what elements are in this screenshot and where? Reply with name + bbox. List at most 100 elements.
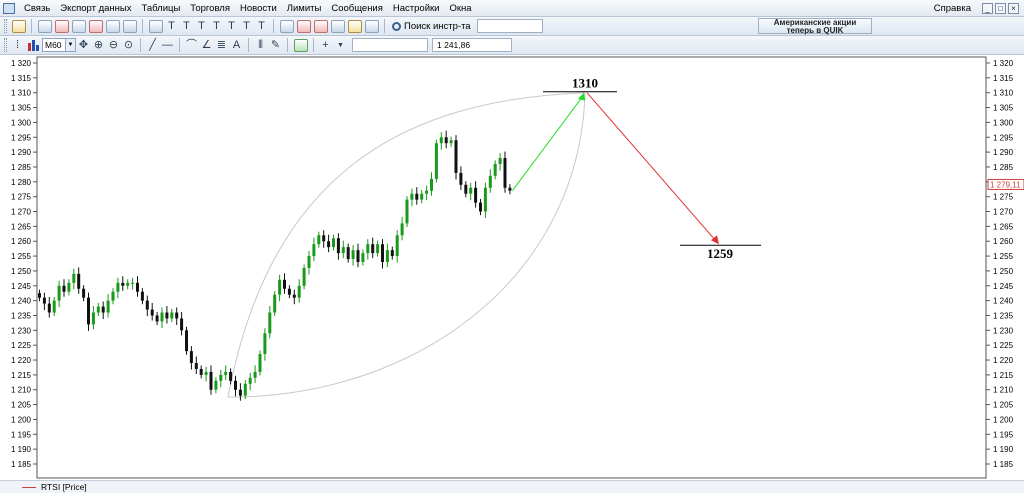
- main-toolbar: T T T T T T T Поиск инстр-та Американски…: [0, 17, 1024, 36]
- chart-legend[interactable]: RTSI [Price]: [0, 480, 1024, 493]
- y-tick-label-right: 1 230: [993, 326, 1014, 335]
- restore-icon[interactable]: □: [995, 3, 1006, 14]
- message-icon[interactable]: [364, 19, 379, 33]
- menu-item-export[interactable]: Экспорт данных: [55, 0, 136, 17]
- y-tick-label-right: 1 240: [993, 297, 1014, 306]
- trades-table-icon[interactable]: [88, 19, 103, 33]
- minimize-icon[interactable]: _: [982, 3, 993, 14]
- candle-body: [459, 172, 463, 185]
- menu-item-news[interactable]: Новости: [235, 0, 282, 17]
- candle-body: [351, 250, 355, 260]
- instrument-search-input[interactable]: [476, 19, 543, 33]
- candle-body: [52, 300, 56, 313]
- candle-body: [175, 312, 179, 319]
- edit-order-icon[interactable]: [279, 19, 294, 33]
- font-t-icon[interactable]: T: [224, 20, 239, 33]
- y-tick-label-right: 1 305: [993, 104, 1014, 113]
- menu-item-settings[interactable]: Настройки: [388, 0, 445, 17]
- chevron-down-icon[interactable]: ▼: [333, 39, 348, 52]
- candle-body: [287, 288, 291, 295]
- font-t-icon[interactable]: T: [194, 20, 209, 33]
- candle-body: [327, 241, 331, 248]
- menu-item-connection[interactable]: Связь: [19, 0, 55, 17]
- candle-body: [302, 267, 306, 286]
- candle-body: [454, 140, 458, 173]
- font-t-icon[interactable]: T: [164, 20, 179, 33]
- y-tick-label-left: 1 320: [11, 59, 32, 68]
- candle-body: [253, 371, 257, 378]
- plot-area[interactable]: [36, 56, 987, 479]
- zoom-fit-icon[interactable]: ⊙: [121, 39, 136, 52]
- chart-toolbar: ⁞ M60 ▼ ✥ ⊕ ⊖ ⊙ ╱ — ⌒ ∠ ≣ A ⫴ ✎ + ▼ 1 24…: [0, 36, 1024, 55]
- toolbar-separator: [384, 19, 385, 33]
- crosshair-icon[interactable]: +: [318, 39, 333, 52]
- menu-item-windows[interactable]: Окна: [444, 0, 476, 17]
- menu-item-trading[interactable]: Торговля: [185, 0, 235, 17]
- candle-body: [91, 312, 95, 325]
- menu-item-help[interactable]: Справка: [929, 0, 976, 17]
- zoom-in-icon[interactable]: ⊕: [91, 39, 106, 52]
- cursor-price-field: 1 241,86: [432, 38, 512, 52]
- info-icon[interactable]: [148, 19, 163, 33]
- candle-body: [292, 294, 296, 298]
- mail-icon[interactable]: [347, 19, 362, 33]
- menu-item-tables[interactable]: Таблицы: [137, 0, 186, 17]
- candle-body: [77, 273, 81, 289]
- chart-window-icon[interactable]: [122, 19, 137, 33]
- chart-canvas[interactable]: 1 320 1 315 1 310 1 305 1 300 1 295 1 290 1 285…: [0, 55, 1024, 480]
- candle-body: [400, 223, 404, 236]
- depth-table-icon[interactable]: [105, 19, 120, 33]
- menu-item-messages[interactable]: Сообщения: [326, 0, 388, 17]
- y-tick-label-left: 1 260: [11, 237, 32, 246]
- candle-body: [150, 309, 154, 316]
- timeframe-select[interactable]: M60 ▼: [42, 38, 76, 52]
- instrument-search-button[interactable]: Поиск инстр-та: [389, 21, 474, 32]
- new-table-icon[interactable]: [37, 19, 52, 33]
- connect-icon[interactable]: [11, 19, 26, 33]
- candle-body: [258, 354, 262, 372]
- fibo-tool-icon[interactable]: ≣: [214, 39, 229, 52]
- font-t-icon[interactable]: T: [239, 20, 254, 33]
- candle-body: [444, 137, 448, 144]
- chart-type-icon[interactable]: [27, 39, 40, 51]
- candle-body: [474, 187, 478, 203]
- stop-order-icon[interactable]: [313, 19, 328, 33]
- candle-body: [180, 318, 184, 331]
- candle-body: [185, 330, 188, 352]
- candle-body: [508, 187, 512, 191]
- y-tick-label-right: 1 270: [993, 208, 1014, 217]
- font-t-icon[interactable]: T: [254, 20, 269, 33]
- move-icon[interactable]: ✥: [76, 39, 91, 52]
- text-tool-icon[interactable]: A: [229, 39, 244, 52]
- candle-body: [385, 250, 389, 263]
- fan-tool-icon[interactable]: ∠: [199, 39, 214, 52]
- y-tick-label-right: 1 320: [993, 59, 1014, 68]
- quik-window: Связь Экспорт данных Таблицы Торговля Но…: [0, 0, 1024, 493]
- font-t-icon[interactable]: T: [179, 20, 194, 33]
- channel-tool-icon[interactable]: ⫴: [253, 39, 268, 52]
- date-field[interactable]: [352, 38, 428, 52]
- properties-icon[interactable]: ⁞: [10, 39, 25, 52]
- zoom-out-icon[interactable]: ⊖: [106, 39, 121, 52]
- edit-icon[interactable]: [330, 19, 345, 33]
- withdraw-order-icon[interactable]: [296, 19, 311, 33]
- candle-body: [488, 175, 492, 188]
- pencil-icon[interactable]: ✎: [268, 39, 283, 52]
- indicators-icon[interactable]: [293, 38, 308, 52]
- trend-line-icon[interactable]: ╱: [145, 39, 160, 52]
- app-icon: [3, 2, 15, 14]
- menu-item-limits[interactable]: Лимиты: [282, 0, 327, 17]
- close-icon[interactable]: ×: [1008, 3, 1019, 14]
- horizontal-line-icon[interactable]: —: [160, 39, 175, 52]
- toolbar-grip[interactable]: [4, 38, 7, 52]
- price-chart[interactable]: 1 320 1 315 1 310 1 305 1 300 1 295 1 290 1 285…: [0, 55, 1024, 480]
- orders-table-icon[interactable]: [71, 19, 86, 33]
- y-tick-label-left: 1 305: [11, 104, 32, 113]
- toolbar-grip[interactable]: [4, 19, 7, 33]
- quotes-table-icon[interactable]: [54, 19, 69, 33]
- font-t-icon[interactable]: T: [209, 20, 224, 33]
- candle-body: [204, 371, 208, 375]
- arc-tool-icon[interactable]: ⌒: [184, 39, 199, 52]
- promo-banner[interactable]: Американские акции теперь в QUIK: [758, 18, 872, 34]
- legend-series-label: RTSI [Price]: [41, 482, 87, 492]
